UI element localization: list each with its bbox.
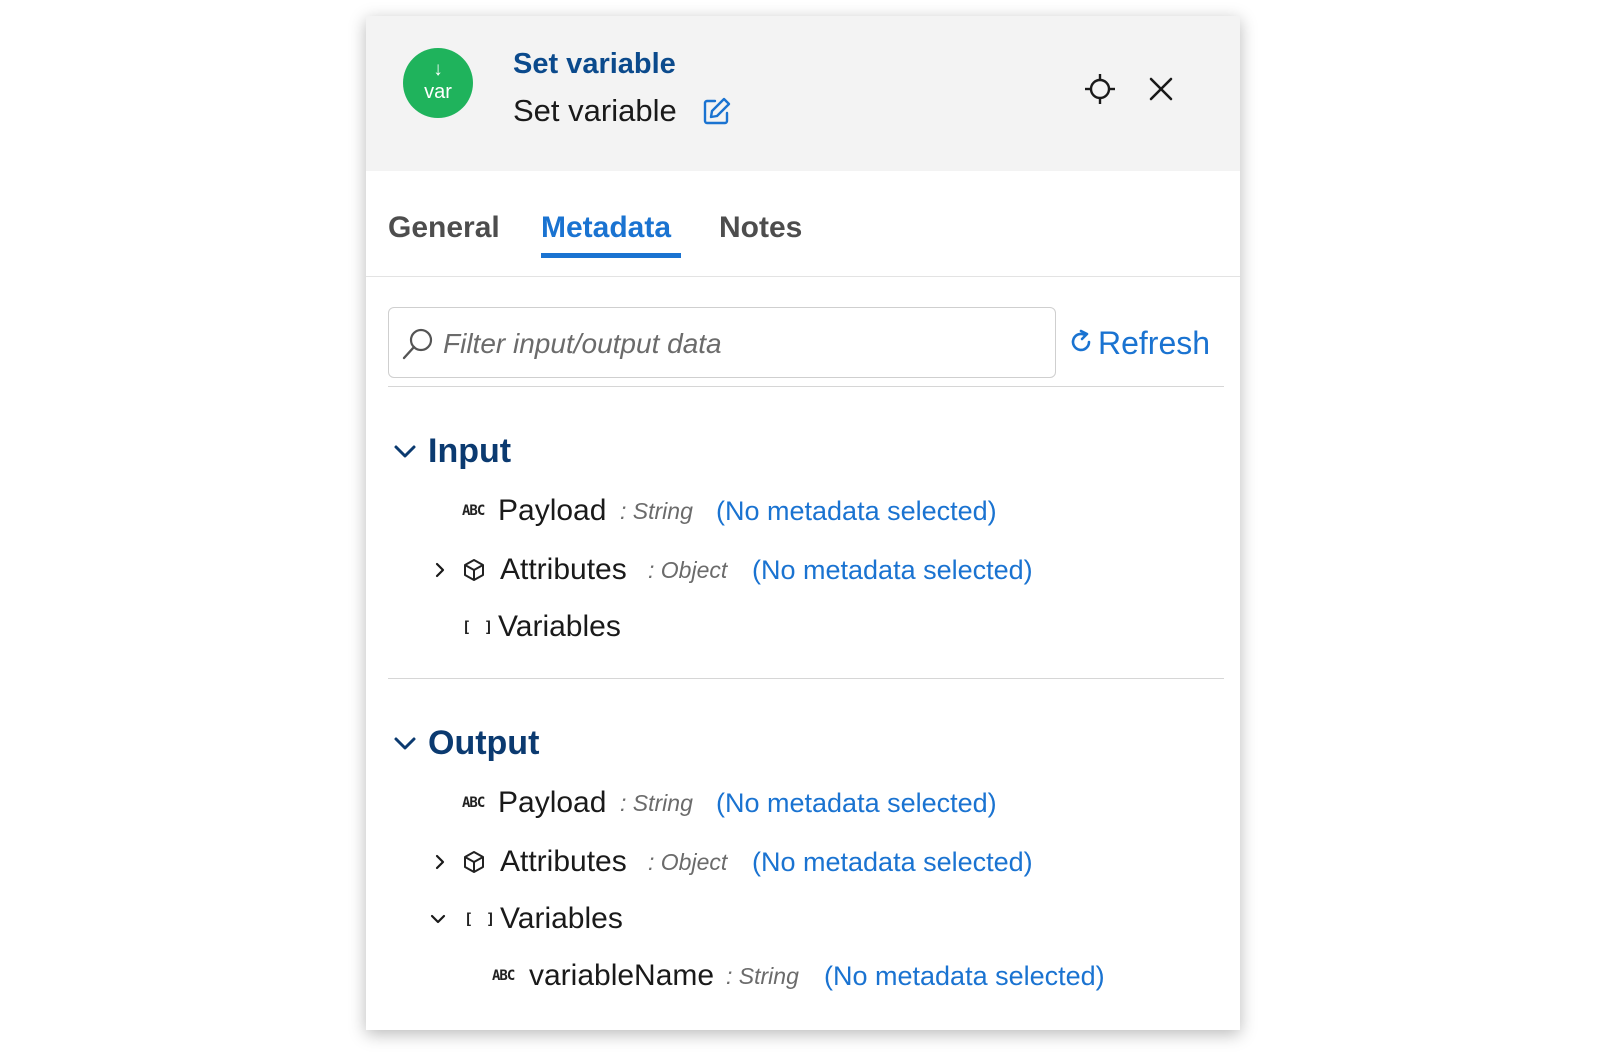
input-section-title[interactable]: Input (428, 431, 511, 471)
input-variables-name: Variables (498, 610, 621, 643)
string-type-icon: ABC (462, 503, 485, 519)
download-arrow-icon: ↓ (433, 59, 443, 80)
chevron-down-icon[interactable] (392, 439, 418, 465)
output-payload-name: Payload (498, 786, 607, 819)
divider (388, 678, 1224, 679)
input-attributes-name: Attributes (500, 553, 627, 586)
array-brackets-icon: [ ] (464, 910, 498, 928)
search-icon (402, 328, 433, 360)
metadata-panel: ↓ var Set variable Set variable General … (366, 16, 1240, 1030)
output-payload-metadata-link[interactable]: (No metadata selected) (716, 785, 997, 821)
filter-input[interactable] (441, 318, 1045, 370)
chevron-right-icon[interactable] (430, 560, 450, 580)
object-cube-icon (464, 559, 484, 581)
array-brackets-icon: [ ] (462, 618, 496, 636)
set-variable-app-icon: ↓ var (403, 48, 473, 118)
panel-header: ↓ var Set variable Set variable (366, 16, 1240, 171)
refresh-icon (1071, 329, 1091, 352)
close-icon[interactable] (1147, 75, 1175, 103)
filter-box (388, 307, 1056, 378)
tab-general[interactable]: General (388, 209, 500, 247)
output-attributes-name: Attributes (500, 845, 627, 878)
tab-bar: General Metadata Notes (366, 171, 1240, 277)
output-variablename-type: : String (726, 963, 799, 989)
refresh-label: Refresh (1098, 325, 1211, 361)
string-type-icon: ABC (462, 795, 485, 811)
input-payload-type: : String (620, 498, 693, 524)
locate-crosshair-icon[interactable] (1084, 73, 1116, 105)
component-name: Set variable (513, 93, 677, 128)
output-variablename-metadata-link[interactable]: (No metadata selected) (824, 958, 1105, 994)
output-payload-type: : String (620, 790, 693, 816)
output-attributes-metadata-link[interactable]: (No metadata selected) (752, 844, 1033, 880)
input-attributes-metadata-link[interactable]: (No metadata selected) (752, 552, 1033, 588)
output-variables-name: Variables (500, 902, 623, 935)
input-payload-name: Payload (498, 494, 607, 527)
edit-icon[interactable] (702, 96, 732, 126)
app-icon-label: var (424, 81, 452, 103)
string-type-icon: ABC (492, 968, 515, 984)
input-attributes-type: : Object (648, 557, 728, 583)
input-payload-metadata-link[interactable]: (No metadata selected) (716, 493, 997, 529)
chevron-down-icon[interactable] (428, 909, 448, 929)
divider (388, 386, 1224, 387)
object-cube-icon (464, 851, 484, 873)
tab-notes[interactable]: Notes (719, 209, 802, 247)
chevron-down-icon[interactable] (392, 731, 418, 757)
chevron-right-icon[interactable] (430, 852, 450, 872)
active-tab-indicator (541, 253, 681, 258)
output-variablename-name: variableName (529, 959, 715, 992)
output-attributes-type: : Object (648, 849, 728, 875)
tab-metadata[interactable]: Metadata (541, 209, 671, 247)
component-title: Set variable (513, 48, 676, 80)
output-section-title[interactable]: Output (428, 723, 539, 763)
